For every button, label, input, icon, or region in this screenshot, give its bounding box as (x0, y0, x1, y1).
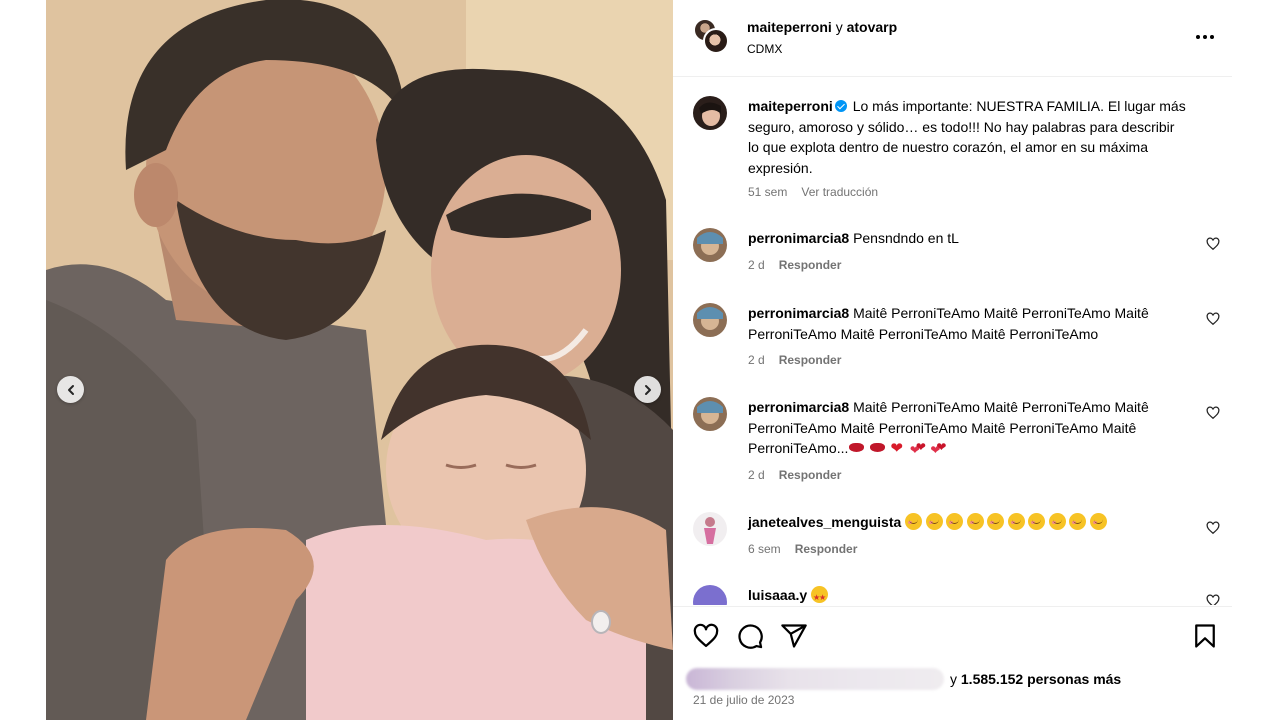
comment-meta: 6 sem Responder (748, 542, 857, 556)
kiss-mark-emoji-icon (869, 439, 886, 456)
send-icon[interactable] (780, 622, 808, 650)
comment-body: luisaaa.y (748, 585, 1188, 605)
avatar[interactable] (693, 228, 727, 262)
author-username[interactable]: maiteperroni (747, 19, 832, 35)
chevron-left-icon (67, 384, 74, 395)
comment-body: janetealves_menguista (748, 512, 1188, 533)
comment-meta: 2 d Responder (748, 353, 841, 367)
caption-username[interactable]: maiteperroni (748, 98, 833, 114)
post-authors: maiteperroni y atovarp (747, 19, 897, 35)
smiling-face-with-hearts-emoji-icon (1028, 513, 1046, 530)
smiling-face-with-hearts-emoji-icon (905, 513, 923, 530)
avatar-image (693, 397, 727, 431)
avatar-image (693, 96, 727, 130)
smiling-face-with-hearts-emoji-icon (1089, 513, 1107, 530)
likes-text: y 1.585.152 personas más (950, 671, 1121, 687)
blurred-likers (686, 668, 944, 690)
comment-username[interactable]: perronimarcia8 (748, 230, 849, 246)
collab-avatars[interactable] (693, 18, 729, 54)
likes-count[interactable]: 1.585.152 personas más (961, 671, 1121, 687)
caption-time[interactable]: 51 sem (748, 185, 787, 199)
caption-body: maiteperroni Lo más importante: NUESTRA … (748, 96, 1188, 178)
emoji-row (905, 513, 1110, 530)
smiling-face-with-hearts-emoji-icon (925, 513, 943, 530)
comment-time[interactable]: 6 sem (748, 542, 781, 556)
star-struck-emoji-icon (811, 586, 829, 605)
smiling-face-with-hearts-emoji-icon (1048, 513, 1066, 530)
comment-icon[interactable] (736, 622, 764, 650)
post-location[interactable]: CDMX (747, 42, 782, 56)
translate-link[interactable]: Ver traducción (801, 185, 878, 199)
smiling-face-with-hearts-emoji-icon (1069, 513, 1087, 530)
comment-body: perronimarcia8 Maitê PerroniTeAmo Maitê … (748, 303, 1188, 344)
author-username[interactable]: atovarp (847, 19, 898, 35)
previous-photo-button[interactable] (57, 376, 84, 403)
verified-badge-icon (834, 100, 847, 112)
post-header: maiteperroni y atovarp CDMX (673, 0, 1232, 77)
comment-meta: 2 d Responder (748, 468, 841, 482)
comment-time[interactable]: 2 d (748, 258, 765, 272)
chevron-right-icon (644, 384, 651, 395)
comment-username[interactable]: luisaaa.y (748, 587, 807, 603)
reply-button[interactable]: Responder (779, 468, 842, 482)
bookmark-icon[interactable] (1191, 622, 1219, 650)
avatar-image (693, 512, 727, 546)
post-side-panel: maiteperroni y atovarp CDMX maiteperroni… (673, 0, 1232, 720)
author-conjunction: y (835, 19, 843, 35)
avatar[interactable] (693, 397, 727, 431)
next-photo-button[interactable] (634, 376, 661, 403)
like-comment-heart-icon[interactable] (1206, 312, 1220, 326)
caption-meta: 51 sem Ver traducción (748, 185, 878, 199)
avatar[interactable] (693, 96, 727, 130)
avatar[interactable] (703, 28, 729, 54)
like-comment-heart-icon[interactable] (1206, 406, 1220, 420)
reply-button[interactable]: Responder (779, 258, 842, 272)
comments-list[interactable]: maiteperroni Lo más importante: NUESTRA … (673, 78, 1232, 605)
like-comment-heart-icon[interactable] (1206, 594, 1220, 605)
post-photo[interactable] (46, 0, 673, 720)
comment-username[interactable]: janetealves_menguista (748, 514, 901, 530)
comment-text: Pensndndo en tL (853, 230, 959, 246)
post-actions: y 1.585.152 personas más 21 de julio de … (673, 606, 1232, 720)
family-photo-illustration (46, 0, 673, 720)
smiling-face-with-hearts-emoji-icon (946, 513, 964, 530)
like-comment-heart-icon[interactable] (1206, 521, 1220, 535)
post-date[interactable]: 21 de julio de 2023 (693, 693, 794, 707)
avatar[interactable] (693, 303, 727, 337)
comment-time[interactable]: 2 d (748, 468, 765, 482)
comment-meta: 2 d Responder (748, 258, 841, 272)
heart-outline-icon[interactable] (692, 622, 720, 650)
more-options-button[interactable] (1193, 27, 1217, 47)
comment-username[interactable]: perronimarcia8 (748, 399, 849, 415)
avatar-image (693, 228, 727, 262)
smiling-face-with-hearts-emoji-icon (966, 513, 984, 530)
avatar-image (693, 303, 727, 337)
comment-body: perronimarcia8 Maitê PerroniTeAmo Maitê … (748, 397, 1188, 461)
likes-prefix: y (950, 671, 957, 687)
more-horizontal-icon (1196, 35, 1200, 39)
dot (1210, 35, 1214, 39)
avatar[interactable] (693, 585, 727, 605)
reply-button[interactable]: Responder (795, 542, 858, 556)
two-hearts-emoji-icon (910, 437, 927, 461)
smiling-face-with-hearts-emoji-icon (1007, 513, 1025, 530)
avatar[interactable] (693, 512, 727, 546)
comment-username[interactable]: perronimarcia8 (748, 305, 849, 321)
dot (1203, 35, 1207, 39)
reply-button[interactable]: Responder (779, 353, 842, 367)
two-hearts-emoji-icon (930, 437, 947, 461)
comment-body: perronimarcia8 Pensndndo en tL (748, 228, 1188, 249)
kiss-mark-emoji-icon (848, 439, 865, 456)
smiling-face-with-hearts-emoji-icon (987, 513, 1005, 530)
likes-summary[interactable]: y 1.585.152 personas más (686, 668, 1121, 690)
like-comment-heart-icon[interactable] (1206, 237, 1220, 251)
red-heart-emoji-icon (889, 438, 906, 459)
comment-time[interactable]: 2 d (748, 353, 765, 367)
